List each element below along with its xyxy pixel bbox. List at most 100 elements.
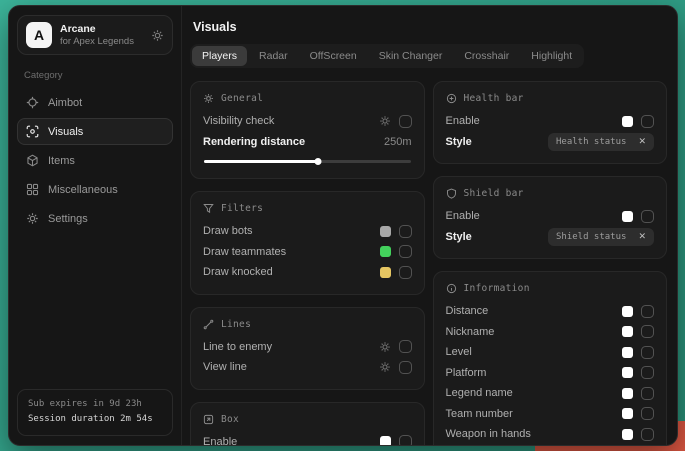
setting-row-legend-name: Legend name [446,383,655,404]
sidebar-item-visuals[interactable]: Visuals [17,118,173,145]
card-title: General [221,93,263,104]
sidebar-item-label: Aimbot [48,97,82,109]
card-title: Shield bar [464,188,524,199]
draw-knocked-checkbox[interactable] [399,266,412,279]
sidebar-item-aimbot[interactable]: Aimbot [17,89,173,116]
color-swatch[interactable] [380,436,391,446]
line-icon [203,319,214,330]
sidebar-item-items[interactable]: Items [17,147,173,174]
main-panel: Visuals Players Radar OffScreen Skin Cha… [181,6,677,445]
slider-thumb[interactable] [314,158,321,165]
setting-row-rendering-distance: Rendering distance 250m [203,132,412,153]
color-swatch[interactable] [622,326,633,337]
brand-settings-icon[interactable] [151,29,164,42]
shield-style-select[interactable]: Shield status ✕ [548,228,654,246]
setting-row-nickname: Nickname [446,322,655,343]
color-swatch[interactable] [622,429,633,440]
clear-icon[interactable]: ✕ [638,231,646,242]
color-swatch[interactable] [380,246,391,257]
setting-row-draw-teammates: Draw teammates [203,242,412,263]
app-logo: A [26,22,52,48]
setting-row-draw-bots: Draw bots [203,221,412,242]
tab-players[interactable]: Players [192,46,247,66]
config-gear-icon[interactable] [379,115,391,127]
box-icon [203,414,214,425]
color-swatch[interactable] [622,211,633,222]
color-swatch[interactable] [622,116,633,127]
rendering-distance-slider[interactable] [204,157,411,166]
scan-eye-icon [26,125,39,138]
health-style-select[interactable]: Health status ✕ [548,133,654,151]
setting-label: Enable [446,115,480,127]
draw-teammates-checkbox[interactable] [399,245,412,258]
subscription-card: Sub expires in 9d 23h Session duration 2… [17,389,173,437]
distance-checkbox[interactable] [641,305,654,318]
legend-name-checkbox[interactable] [641,387,654,400]
setting-label: Platform [446,367,487,379]
visibility-check-checkbox[interactable] [399,115,412,128]
setting-label: Nickname [446,326,495,338]
setting-label: Draw knocked [203,266,273,278]
level-checkbox[interactable] [641,346,654,359]
app-subtitle: for Apex Legends [60,36,143,48]
category-label: Category [24,70,166,81]
selected-option: Health status [556,137,626,147]
nickname-checkbox[interactable] [641,325,654,338]
tab-highlight[interactable]: Highlight [521,46,582,66]
setting-label: Legend name [446,387,513,399]
sidebar-item-label: Visuals [48,126,83,138]
card-title: Lines [221,319,251,330]
setting-row-health-enable: Enable [446,111,655,132]
platform-checkbox[interactable] [641,366,654,379]
color-swatch[interactable] [622,306,633,317]
color-swatch[interactable] [622,347,633,358]
setting-row-team-number: Team number [446,404,655,425]
setting-label: Rendering distance [203,136,305,148]
app-name: Arcane [60,23,143,36]
sidebar-item-settings[interactable]: Settings [17,205,173,232]
view-line-checkbox[interactable] [399,361,412,374]
sidebar: A Arcane for Apex Legends Category Aimbo [9,6,181,445]
card-health-bar: Health bar Enable Style Health status [433,81,668,164]
sidebar-item-label: Settings [48,213,88,225]
selected-option: Shield status [556,232,626,242]
tab-bar: Players Radar OffScreen Skin Changer Cro… [190,44,584,68]
color-swatch[interactable] [380,267,391,278]
color-swatch[interactable] [380,226,391,237]
color-swatch[interactable] [622,367,633,378]
health-icon [446,93,457,104]
setting-label: Weapon in hands [446,428,531,440]
sidebar-item-label: Miscellaneous [48,184,118,196]
sidebar-item-miscellaneous[interactable]: Miscellaneous [17,176,173,203]
clear-icon[interactable]: ✕ [638,136,646,147]
setting-row-health-style: Style Health status ✕ [446,132,655,153]
setting-row-platform: Platform [446,363,655,384]
setting-label: Visibility check [203,115,274,127]
tab-skin-changer[interactable]: Skin Changer [369,46,453,66]
team-number-checkbox[interactable] [641,407,654,420]
config-gear-icon[interactable] [379,341,391,353]
setting-label: Style [446,231,472,243]
tab-offscreen[interactable]: OffScreen [300,46,367,66]
draw-bots-checkbox[interactable] [399,225,412,238]
config-gear-icon[interactable] [379,361,391,373]
card-title: Box [221,414,239,425]
card-box: Box Enable Enable background [190,402,425,447]
weapon-in-hands-checkbox[interactable] [641,428,654,441]
health-enable-checkbox[interactable] [641,115,654,128]
setting-row-visibility-check: Visibility check [203,111,412,132]
card-general: General Visibility check [190,81,425,179]
page-title: Visuals [193,20,667,34]
tab-radar[interactable]: Radar [249,46,298,66]
sub-expires-text: Sub expires in 9d 23h [28,397,162,413]
color-swatch[interactable] [622,408,633,419]
brand-card: A Arcane for Apex Legends [17,15,173,55]
setting-row-weapon-in-hands: Weapon in hands [446,424,655,445]
box-enable-checkbox[interactable] [399,435,412,446]
color-swatch[interactable] [622,388,633,399]
line-to-enemy-checkbox[interactable] [399,340,412,353]
setting-label: Team number [446,408,513,420]
shield-icon [446,188,457,199]
shield-enable-checkbox[interactable] [641,210,654,223]
tab-crosshair[interactable]: Crosshair [454,46,519,66]
